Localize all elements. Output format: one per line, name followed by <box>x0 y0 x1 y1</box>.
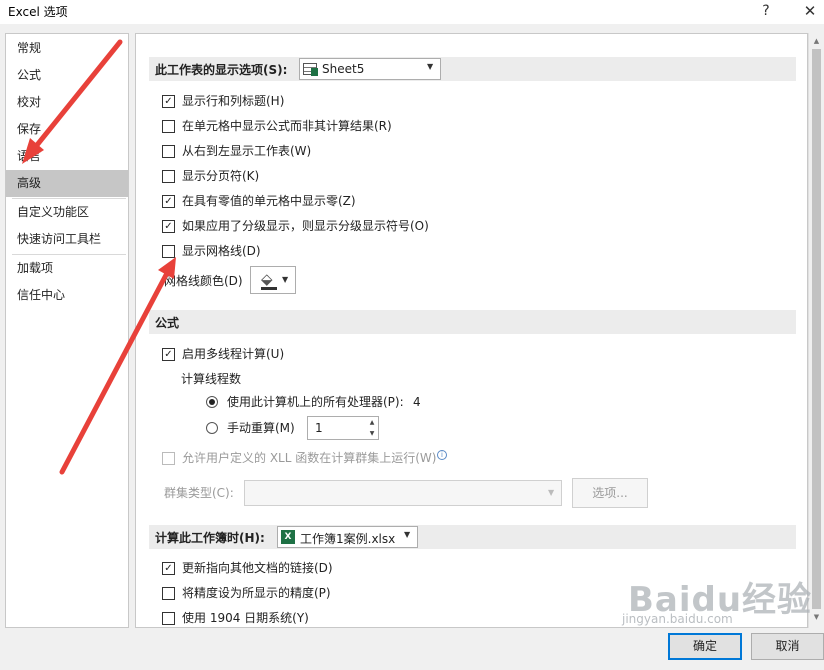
gridline-color-label: 网格线颜色(D) <box>164 274 243 288</box>
checkbox[interactable]: ✓ <box>162 195 175 208</box>
thread-count-spinner[interactable]: 1 ▲ ▼ <box>307 416 379 440</box>
worksheet-icon <box>303 63 318 76</box>
option-label: 将精度设为所显示的精度(P) <box>182 586 331 600</box>
watermark-url: jingyan.baidu.com <box>622 612 733 626</box>
option-label: 允许用户定义的 XLL 函数在计算群集上运行(W) <box>182 451 437 465</box>
chevron-down-icon: ▼ <box>548 488 555 497</box>
checkbox <box>162 452 175 465</box>
cluster-type-label: 群集类型(C): <box>164 486 234 500</box>
scrollbar-thumb[interactable] <box>812 49 821 609</box>
radio-all-processors[interactable] <box>206 396 218 408</box>
workbook-selector-value: 工作簿1案例.xlsx <box>300 532 396 546</box>
paint-bucket-icon: ⬙ <box>261 270 273 288</box>
sidebar-item-trust-center[interactable]: 信任中心 <box>6 282 128 309</box>
close-icon[interactable]: ✕ <box>800 1 820 21</box>
option-label: 更新指向其他文档的链接(D) <box>182 561 333 575</box>
checkbox[interactable] <box>162 120 175 133</box>
sidebar-item-language[interactable]: 语言 <box>6 143 128 170</box>
title-bar: Excel 选项 ? ✕ <box>0 0 824 24</box>
scroll-up-icon[interactable]: ▲ <box>809 35 824 47</box>
section-title: 公式 <box>155 316 180 330</box>
workbook-selector[interactable]: X 工作簿1案例.xlsx ▼ <box>277 526 418 548</box>
excel-icon: X <box>281 530 295 544</box>
option-label: 使用 1904 日期系统(Y) <box>182 611 309 625</box>
gridline-color-picker[interactable]: ⬙ ▼ <box>250 266 296 294</box>
option-label: 从右到左显示工作表(W) <box>182 144 312 158</box>
formula-section-header: 公式 <box>149 310 796 334</box>
vertical-scrollbar[interactable]: ▲ ▼ <box>808 33 824 628</box>
help-icon[interactable]: ? <box>756 1 776 21</box>
option-label: 在单元格中显示公式而非其计算结果(R) <box>182 119 392 133</box>
spinner-value: 1 <box>315 421 323 435</box>
chevron-down-icon: ▼ <box>404 530 411 539</box>
checkbox[interactable] <box>162 245 175 258</box>
checkbox[interactable]: ✓ <box>162 348 175 361</box>
option-label: 显示网格线(D) <box>182 244 261 258</box>
sidebar-item-formulas[interactable]: 公式 <box>6 62 128 89</box>
spin-down-icon[interactable]: ▼ <box>366 428 378 439</box>
checkbox[interactable]: ✓ <box>162 95 175 108</box>
workbook-section-header: 计算此工作簿时(H): <box>149 525 796 549</box>
chevron-down-icon: ▼ <box>427 62 434 71</box>
sidebar-item-general[interactable]: 常规 <box>6 35 128 62</box>
cluster-type-select: ▼ <box>244 480 562 506</box>
sidebar-item-add-ins[interactable]: 加载项 <box>6 255 128 282</box>
spin-up-icon[interactable]: ▲ <box>366 417 378 428</box>
processor-count: 4 <box>413 395 421 409</box>
sheet-selector[interactable]: Sheet5 ▼ <box>299 58 441 80</box>
cluster-options-button: 选项... <box>572 478 648 508</box>
sheet-selector-value: Sheet5 <box>322 62 365 76</box>
window-title: Excel 选项 <box>8 5 68 19</box>
sidebar-item-advanced[interactable]: 高级 <box>6 170 128 197</box>
chevron-down-icon: ▼ <box>282 275 289 284</box>
checkbox[interactable]: ✓ <box>162 220 175 233</box>
checkbox[interactable] <box>162 587 175 600</box>
sidebar-item-customize-ribbon[interactable]: 自定义功能区 <box>6 199 128 226</box>
section-title: 此工作表的显示选项(S): <box>155 63 288 77</box>
ok-button[interactable]: 确定 <box>668 633 742 660</box>
advanced-options-panel: 此工作表的显示选项(S): Sheet5 ▼ ✓ 显示行和列标题(H) 在单元格… <box>135 33 808 628</box>
option-label: 启用多线程计算(U) <box>182 347 285 361</box>
checkbox[interactable]: ✓ <box>162 562 175 575</box>
checkbox[interactable] <box>162 145 175 158</box>
cancel-button[interactable]: 取消 <box>751 633 824 660</box>
section-title: 计算此工作簿时(H): <box>155 531 265 545</box>
manual-label: 手动重算(M) <box>227 421 295 435</box>
sidebar-item-save[interactable]: 保存 <box>6 116 128 143</box>
option-label: 显示分页符(K) <box>182 169 260 183</box>
option-label: 在具有零值的单元格中显示零(Z) <box>182 194 356 208</box>
info-icon: i <box>437 450 447 460</box>
option-label: 如果应用了分级显示，则显示分级显示符号(O) <box>182 219 429 233</box>
sidebar-item-proofing[interactable]: 校对 <box>6 89 128 116</box>
sheet-display-section-header: 此工作表的显示选项(S): <box>149 57 796 81</box>
option-label: 显示行和列标题(H) <box>182 94 285 108</box>
sidebar-item-quick-access-toolbar[interactable]: 快速访问工具栏 <box>6 226 128 253</box>
all-processors-label: 使用此计算机上的所有处理器(P): <box>227 395 404 409</box>
options-sidebar: 常规 公式 校对 保存 语言 高级 自定义功能区 快速访问工具栏 加载项 信任中… <box>5 33 129 628</box>
radio-manual[interactable] <box>206 422 218 434</box>
checkbox[interactable] <box>162 612 175 625</box>
thread-count-label: 计算线程数 <box>181 372 242 386</box>
color-swatch <box>261 287 277 290</box>
checkbox[interactable] <box>162 170 175 183</box>
